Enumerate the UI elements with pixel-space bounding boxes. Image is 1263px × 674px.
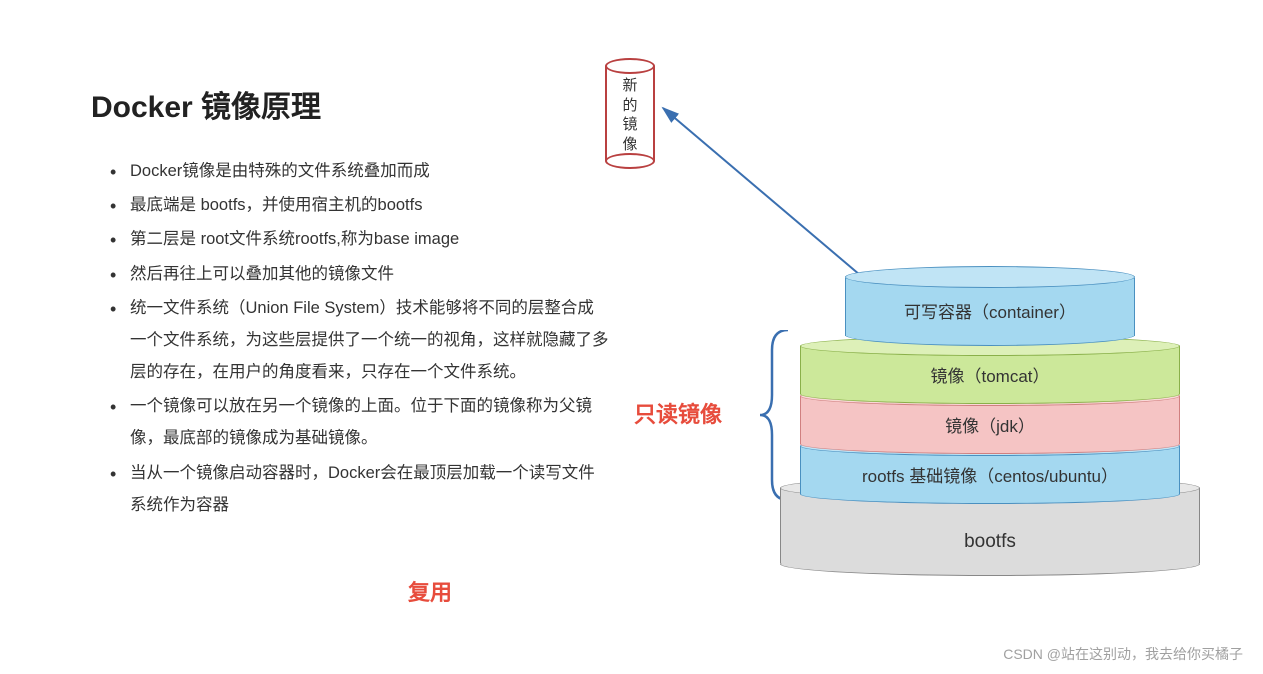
- bullet-list: Docker镜像是由特殊的文件系统叠加而成 最底端是 bootfs，并使用宿主机…: [110, 155, 610, 523]
- layer-jdk-label: 镜像（jdk）: [800, 412, 1180, 437]
- readonly-label: 只读镜像: [634, 397, 722, 429]
- layer-stack: bootfs rootfs 基础镜像（centos/ubuntu） 镜像（jdk…: [770, 256, 1210, 596]
- bullet-item: 统一文件系统（Union File System）技术能够将不同的层整合成一个文…: [110, 292, 610, 389]
- layer-tomcat-label: 镜像（tomcat）: [800, 362, 1180, 387]
- bullet-item: Docker镜像是由特殊的文件系统叠加而成: [110, 155, 610, 187]
- layer-container-label: 可写容器（container）: [845, 298, 1135, 323]
- new-image-cylinder: 新的镜像: [605, 58, 655, 173]
- watermark: CSDN @站在这别动，我去给你买橘子: [1003, 644, 1243, 664]
- page-title: Docker 镜像原理: [91, 82, 321, 126]
- bullet-item: 当从一个镜像启动容器时，Docker会在最顶层加载一个读写文件系统作为容器: [110, 457, 610, 521]
- arrow-icon: [655, 100, 875, 280]
- layer-rootfs-label: rootfs 基础镜像（centos/ubuntu）: [800, 462, 1180, 487]
- new-image-label: 新的镜像: [605, 76, 655, 154]
- bullet-item: 第二层是 root文件系统rootfs,称为base image: [110, 223, 610, 255]
- bullet-item: 最底端是 bootfs，并使用宿主机的bootfs: [110, 189, 610, 221]
- layer-bootfs-label: bootfs: [780, 531, 1200, 553]
- bullet-item: 一个镜像可以放在另一个镜像的上面。位于下面的镜像称为父镜像，最底部的镜像成为基础…: [110, 390, 610, 454]
- bullet-item: 然后再往上可以叠加其他的镜像文件: [110, 258, 610, 290]
- reuse-label: 复用: [408, 575, 452, 607]
